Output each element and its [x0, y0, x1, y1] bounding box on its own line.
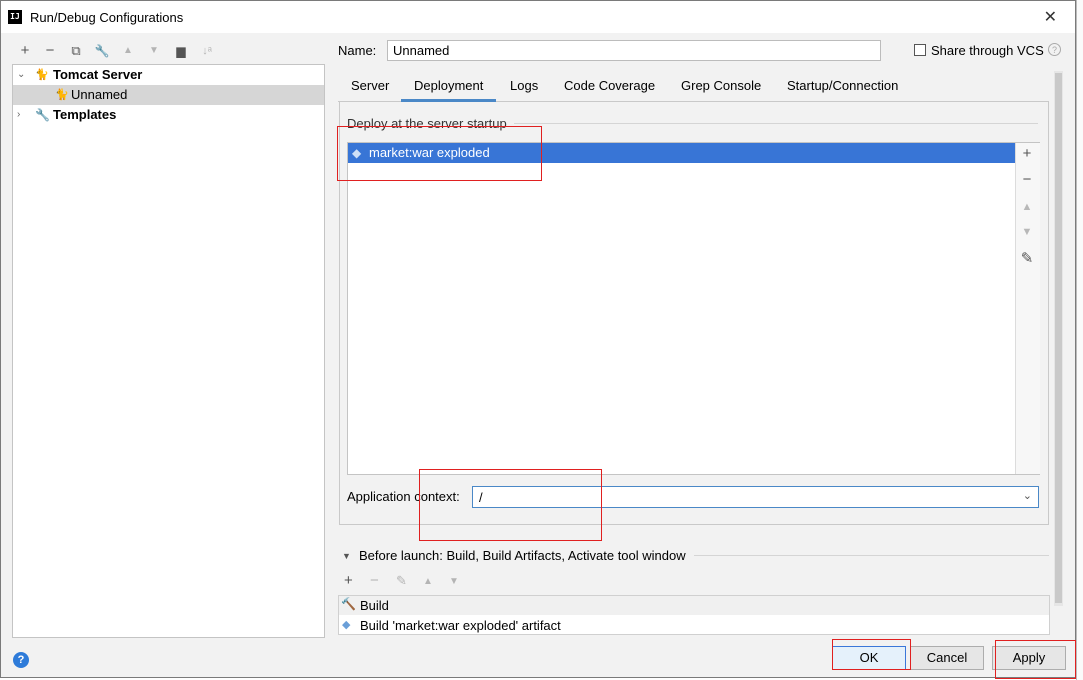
arrow-down-icon[interactable]: ▼: [1018, 226, 1036, 238]
close-icon[interactable]: ✕: [1044, 7, 1057, 27]
deploy-side-toolbar: [1015, 143, 1040, 474]
wrench-icon[interactable]: 🔧: [93, 42, 111, 60]
tree-item-label: Unnamed: [71, 87, 128, 102]
hammer-icon: 🔨: [341, 597, 356, 611]
tab-server[interactable]: Server: [351, 78, 389, 93]
folder-icon[interactable]: ▆: [172, 42, 190, 60]
deploy-list: [347, 142, 1040, 475]
wrench-icon: 🔧: [35, 108, 50, 122]
tree-item-templates[interactable]: › 🔧 Templates: [13, 105, 324, 125]
background-window-edge: [1076, 0, 1083, 680]
sort-icon[interactable]: ↓ᵃ: [198, 42, 216, 60]
minus-icon[interactable]: −: [41, 42, 59, 60]
section-divider: [514, 123, 1038, 124]
tab-code-coverage[interactable]: Code Coverage: [564, 78, 655, 93]
cancel-button[interactable]: Cancel: [910, 646, 984, 670]
share-vcs-checkbox[interactable]: [914, 44, 926, 56]
artifact-icon: ◆: [342, 619, 351, 631]
before-launch-label: Before launch: Build, Build Artifacts, A…: [359, 548, 686, 563]
tomcat-icon: 🐈: [55, 89, 69, 101]
share-vcs-label: Share through VCS: [931, 43, 1044, 58]
help-icon[interactable]: ?: [13, 652, 29, 668]
chevron-down-icon[interactable]: ⌄: [17, 65, 25, 85]
chevron-down-icon[interactable]: ⌄: [1023, 489, 1032, 502]
tab-deployment[interactable]: Deployment: [414, 78, 483, 93]
minus-icon[interactable]: −: [1018, 171, 1036, 188]
minus-icon[interactable]: −: [370, 572, 379, 589]
chevron-right-icon[interactable]: ›: [17, 105, 20, 125]
tomcat-icon: 🐈: [35, 69, 49, 81]
deploy-item-label: market:war exploded: [369, 145, 490, 160]
ok-button[interactable]: OK: [832, 646, 906, 670]
edit-pencil-icon[interactable]: ✎: [396, 573, 407, 589]
list-item[interactable]: ◆ Build 'market:war exploded' artifact: [339, 616, 1049, 635]
arrow-up-icon[interactable]: ▲: [119, 42, 137, 60]
tab-startup-connection[interactable]: Startup/Connection: [787, 78, 898, 93]
arrow-up-icon[interactable]: ▲: [423, 576, 433, 587]
plus-icon[interactable]: +: [16, 42, 34, 60]
tab-logs[interactable]: Logs: [510, 78, 538, 93]
section-divider: [694, 555, 1049, 556]
run-debug-dialog: IJ Run/Debug Configurations ✕ + − ⧉ 🔧 ▲ …: [0, 0, 1076, 678]
title-bar: IJ Run/Debug Configurations ✕: [1, 1, 1075, 33]
window-title: Run/Debug Configurations: [30, 10, 184, 25]
arrow-up-icon[interactable]: ▲: [1018, 201, 1036, 213]
collapse-triangle-icon[interactable]: ▼: [342, 551, 351, 561]
edit-pencil-icon[interactable]: ✎: [1018, 249, 1036, 267]
name-field[interactable]: [387, 40, 881, 61]
tab-grep-console[interactable]: Grep Console: [681, 78, 761, 93]
app-context-value: /: [479, 490, 483, 505]
plus-icon[interactable]: +: [1018, 145, 1036, 162]
deploy-list-item[interactable]: ◆ market:war exploded: [348, 143, 1015, 163]
tree-item-unnamed[interactable]: 🐈 Unnamed: [13, 85, 324, 105]
config-tree: ⌄ 🐈 Tomcat Server 🐈 Unnamed › 🔧 Template…: [12, 64, 325, 638]
tree-item-label: Tomcat Server: [53, 67, 143, 82]
plus-icon[interactable]: +: [344, 572, 353, 589]
help-circle-icon[interactable]: ?: [1048, 43, 1061, 56]
app-context-label: Application context:: [347, 489, 460, 504]
intellij-app-icon: IJ: [8, 10, 22, 24]
copy-icon[interactable]: ⧉: [67, 42, 85, 60]
before-launch-item-label: Build 'market:war exploded' artifact: [360, 618, 561, 633]
app-context-field[interactable]: / ⌄: [472, 486, 1039, 508]
list-item[interactable]: 🔨 Build: [339, 596, 1049, 615]
before-launch-list: 🔨 Build ◆ Build 'market:war exploded' ar…: [338, 595, 1050, 635]
arrow-down-icon[interactable]: ▼: [449, 576, 459, 587]
tree-item-tomcat-server[interactable]: ⌄ 🐈 Tomcat Server: [13, 65, 324, 85]
artifact-icon: ◆: [352, 146, 362, 160]
apply-button[interactable]: Apply: [992, 646, 1066, 670]
scrollbar-thumb[interactable]: [1055, 73, 1062, 603]
name-label: Name:: [338, 43, 377, 58]
before-launch-item-label: Build: [360, 598, 389, 613]
arrow-down-icon[interactable]: ▼: [145, 42, 163, 60]
deploy-section-label: Deploy at the server startup: [347, 116, 507, 131]
tree-item-label: Templates: [53, 107, 117, 122]
